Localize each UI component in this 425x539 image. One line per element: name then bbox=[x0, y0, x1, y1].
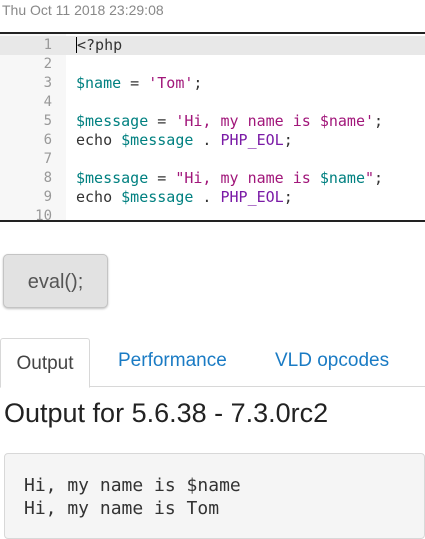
line-number: 4 bbox=[43, 94, 52, 110]
tab-vld-opcodes[interactable]: VLD opcodes bbox=[275, 338, 389, 387]
output-heading: Output for 5.6.38 - 7.3.0rc2 bbox=[4, 398, 329, 428]
line-number: 2 bbox=[43, 56, 52, 72]
code-line[interactable]: 1 <?php bbox=[0, 36, 425, 55]
line-number: 3 bbox=[43, 75, 52, 91]
code-line[interactable]: 8 $message = "Hi, my name is $name"; bbox=[0, 169, 425, 188]
line-number: 1 bbox=[43, 37, 52, 53]
code-text[interactable]: $name = 'Tom'; bbox=[76, 74, 202, 93]
line-number: 5 bbox=[43, 113, 52, 129]
code-editor[interactable]: 1 <?php 2 3 $name = 'Tom'; 4 5 $message = 'Hi, … bbox=[0, 32, 425, 224]
code-line[interactable]: 5 $message = 'Hi, my name is $name'; bbox=[0, 112, 425, 131]
code-text[interactable]: echo $message . PHP_EOL; bbox=[76, 131, 293, 150]
line-number: 6 bbox=[43, 132, 52, 148]
eval-button[interactable]: eval(); bbox=[3, 254, 108, 308]
line-number: 8 bbox=[43, 170, 52, 186]
output-box: Hi, my name is $name Hi, my name is Tom bbox=[4, 453, 425, 539]
code-text[interactable]: <?php bbox=[76, 36, 122, 55]
timestamp: Thu Oct 11 2018 23:29:08 bbox=[2, 2, 164, 18]
code-line[interactable]: 2 bbox=[0, 55, 425, 74]
code-text[interactable]: $message = "Hi, my name is $name"; bbox=[76, 169, 383, 188]
code-line[interactable]: 10 bbox=[0, 207, 425, 226]
line-number: 7 bbox=[43, 151, 52, 167]
code-text[interactable]: $message = 'Hi, my name is $name'; bbox=[76, 112, 383, 131]
line-number: 9 bbox=[43, 189, 52, 205]
tab-performance[interactable]: Performance bbox=[118, 338, 227, 387]
code-line[interactable]: 9 echo $message . PHP_EOL; bbox=[0, 188, 425, 207]
code-text[interactable]: echo $message . PHP_EOL; bbox=[76, 188, 293, 207]
code-line[interactable]: 3 $name = 'Tom'; bbox=[0, 74, 425, 93]
output-tabs: Output Performance VLD opcodes bbox=[0, 338, 425, 388]
line-number: 10 bbox=[35, 208, 52, 224]
code-line[interactable]: 6 echo $message . PHP_EOL; bbox=[0, 131, 425, 150]
tab-output[interactable]: Output bbox=[0, 338, 90, 388]
code-line[interactable]: 4 bbox=[0, 93, 425, 112]
code-line[interactable]: 7 bbox=[0, 150, 425, 169]
